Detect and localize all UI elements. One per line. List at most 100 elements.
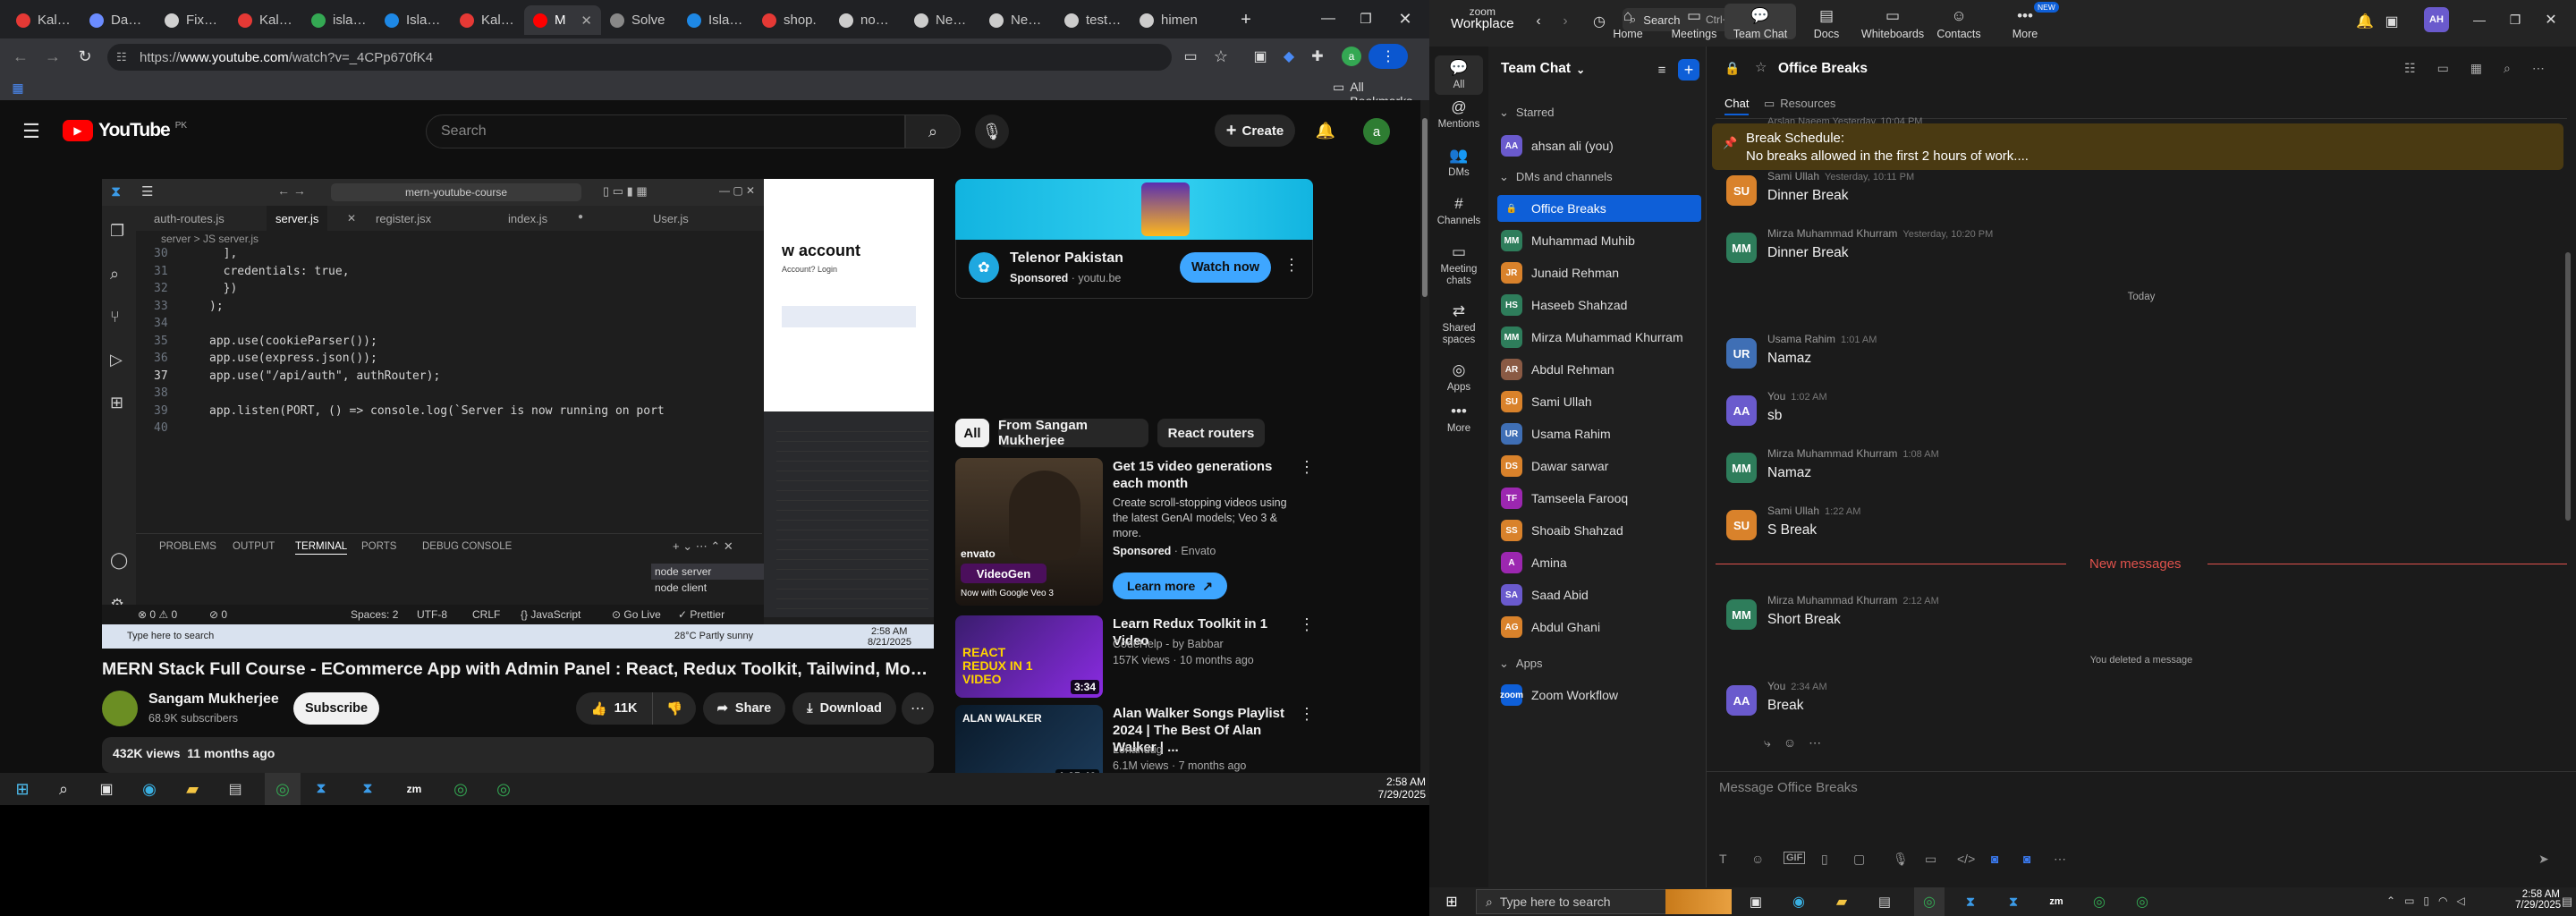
new-chat-button[interactable]: + [1678, 59, 1699, 81]
more-actions-icon[interactable]: ⋯ [902, 692, 934, 725]
chat-list-item[interactable]: AA ahsan ali (you) [1497, 132, 1701, 159]
notification-center-icon[interactable]: ▤ [2560, 887, 2574, 916]
browser-tab[interactable]: node.j [830, 5, 905, 35]
chat-message[interactable]: MM Mirza Muhammad Khurram 1:08 AM Namaz [1726, 447, 2531, 492]
chat-list-item[interactable]: SS Shoaib Shahzad [1497, 517, 1701, 544]
chrome-icon-2[interactable]: ◎ [2086, 887, 2113, 916]
chat-message[interactable]: UR Usama Rahim 1:01 AM Namaz [1726, 333, 2531, 377]
zoom-close-button[interactable]: ✕ [2538, 9, 2563, 30]
youtube-logo[interactable]: ▶ YouTube PK [63, 120, 187, 141]
task-view-icon[interactable]: ▣ [93, 773, 120, 805]
rail-all[interactable]: 💬 All [1435, 55, 1483, 95]
video-more-icon[interactable]: ⋮ [1299, 615, 1315, 634]
browser-tab[interactable]: Kalaam [7, 5, 80, 35]
pinned-message[interactable]: 📌 Break Schedule: No breaks allowed in t… [1712, 123, 2563, 170]
chat-list-item[interactable]: UR Usama Rahim [1497, 420, 1701, 447]
zoom-minimize-button[interactable]: — [2467, 9, 2492, 30]
profile-avatar[interactable]: a [1342, 47, 1361, 66]
vscode-icon-2[interactable]: ⧗ [2000, 887, 2027, 916]
ad-more-icon[interactable]: ⋮ [1284, 256, 1300, 275]
rail-shared-spaces[interactable]: ⇄ Shared spaces [1429, 302, 1488, 346]
zoom-icon[interactable]: zm [401, 773, 428, 805]
menu-icon[interactable]: ☰ [20, 120, 43, 143]
chat-list-item[interactable]: zoom Zoom Workflow [1497, 682, 1701, 708]
chat-list-item[interactable]: MM Muhammad Muhib [1497, 227, 1701, 254]
volume-icon[interactable]: ◁ [2457, 895, 2465, 907]
gif-icon[interactable]: GIF [1784, 852, 1806, 864]
chip-react-routers[interactable]: React routers [1157, 419, 1265, 447]
browser-tab[interactable]: testing [1055, 5, 1131, 35]
extension-icon[interactable]: ▣ [1249, 45, 1272, 68]
chat-list-item[interactable]: MM Mirza Muhammad Khurram [1497, 324, 1701, 351]
rail-apps[interactable]: ◎ Apps [1429, 361, 1488, 394]
forward-icon[interactable]: → [41, 45, 64, 68]
chat-list-item[interactable]: JR Junaid Rehman [1497, 259, 1701, 286]
emoji-reaction-icon[interactable]: ☺ [1784, 735, 1796, 751]
tab-chat[interactable]: Chat [1724, 97, 1750, 115]
search-icon[interactable]: ⌕ [2504, 61, 2511, 76]
video-channel[interactable]: CodeHelp - by Babbar [1113, 637, 1224, 652]
notification-bell-icon[interactable]: 🔔 [2354, 11, 2376, 32]
ad-card[interactable]: ✿ Telenor Pakistan Sponsored · youtu.be … [955, 240, 1313, 299]
team-chat-header[interactable]: Team Chat ⌄ [1501, 61, 1585, 77]
zoom-maximize-button[interactable]: ❐ [2503, 9, 2528, 30]
video-thumbnail[interactable]: REACT REDUX IN 1 VIDEO 3:34 [955, 615, 1103, 698]
vscode-icon[interactable]: ⧗ [308, 773, 335, 805]
browser-menu-button[interactable]: ⋮ [1368, 44, 1408, 69]
browser-tab[interactable]: Dashb [80, 5, 156, 35]
browser-tab[interactable]: Islamic [376, 5, 451, 35]
browser-tab[interactable]: Islam3 [678, 5, 753, 35]
reload-icon[interactable]: ↻ [73, 45, 97, 68]
chat-list-item[interactable]: AG Abdul Ghani [1497, 614, 1701, 640]
nav-meetings[interactable]: ▭ Meetings [1658, 7, 1730, 40]
rail-dms[interactable]: 👥 DMs [1429, 147, 1488, 179]
chat-list-item[interactable]: HS Haseeb Shahzad [1497, 292, 1701, 318]
close-tab-icon[interactable]: ✕ [580, 13, 592, 29]
nav-home[interactable]: ⌂ Home [1592, 7, 1664, 40]
minimize-window-button[interactable]: — [1315, 7, 1342, 30]
create-button[interactable]: + Create [1215, 114, 1295, 147]
network-icon[interactable]: ▭ [2404, 895, 2414, 907]
chat-list-item[interactable]: SU Sami Ullah [1497, 388, 1701, 415]
dms-channels-section[interactable]: ⌄ DMs and channels [1499, 170, 1613, 184]
reply-icon[interactable]: ⤷ [1764, 735, 1771, 751]
video-player[interactable]: ⧗ ☰ ← → mern-youtube-course ▯ ▭ ▮ ▦ — ▢ … [102, 179, 934, 649]
rail-mentions[interactable]: @ Mentions [1429, 98, 1488, 131]
store-icon[interactable]: ▤ [222, 773, 249, 805]
forward-icon[interactable]: › [1555, 11, 1576, 32]
apps-grid-icon[interactable]: ▦ [9, 79, 27, 97]
scrollbar-thumb[interactable] [1422, 118, 1428, 297]
sponsored-video-item[interactable]: envato VideoGen Now with Google Veo 3 Ge… [955, 458, 1315, 610]
whiteboard-icon[interactable]: ▣ [2381, 11, 2402, 32]
back-icon[interactable]: ← [9, 45, 32, 68]
chrome-icon-3[interactable]: ◎ [490, 773, 517, 805]
video-thumbnail[interactable]: envato VideoGen Now with Google Veo 3 [955, 458, 1103, 606]
vscode-icon-2[interactable]: ⧗ [354, 773, 381, 805]
browser-tab[interactable]: Kalaam [229, 5, 302, 35]
chat-message[interactable]: MM Mirza Muhammad Khurram Yesterday, 10:20… [1726, 227, 2531, 272]
calendar-icon[interactable]: ▦ [2470, 61, 2482, 76]
chat-message[interactable]: AA You 2:34 AM Break [1726, 680, 2531, 725]
browser-tab[interactable]: himen [1131, 5, 1211, 35]
page-scrollbar[interactable] [1420, 100, 1429, 773]
like-button[interactable]: 👍 11K [576, 692, 653, 725]
notifications-bell-icon[interactable]: 🔔 [1311, 116, 1340, 145]
nav-contacts[interactable]: ☺ Contacts [1923, 7, 1995, 40]
chat-message[interactable]: SU Sami Ullah Yesterday, 10:11 PM Dinner Br… [1726, 170, 2531, 215]
back-icon[interactable]: ‹ [1528, 11, 1549, 32]
new-tab-button[interactable]: + [1234, 9, 1258, 30]
clock-right[interactable]: 2:58 AM 7/29/2025 [2515, 889, 2561, 911]
chat-list-item[interactable]: DS Dawar sarwar [1497, 453, 1701, 479]
channel-item-selected[interactable]: 🔒 Office Breaks [1497, 195, 1701, 222]
clock-left[interactable]: 2:58 AM 7/29/2025 [1376, 776, 1426, 801]
windows-start-icon[interactable]: ⊞ [9, 773, 36, 805]
nav-more[interactable]: ••• More NEW [1989, 2, 2061, 40]
screenshot-icon[interactable]: ▢ [1853, 852, 1865, 867]
chat-message[interactable]: AA You 1:02 AM sb [1726, 390, 2531, 435]
wifi-icon[interactable]: ◠ [2438, 895, 2447, 907]
ad-watch-now-button[interactable]: Watch now [1180, 252, 1271, 283]
rail-meeting-chats[interactable]: ▭ Meeting chats [1429, 243, 1488, 287]
star-channel-icon[interactable]: ☆ [1755, 59, 1767, 75]
related-video-item[interactable]: REACT REDUX IN 1 VIDEO 3:34 Learn Redux … [955, 615, 1315, 701]
url-field[interactable]: ☷ https://www.youtube.com/watch?v=_4CPp6… [107, 44, 1172, 71]
